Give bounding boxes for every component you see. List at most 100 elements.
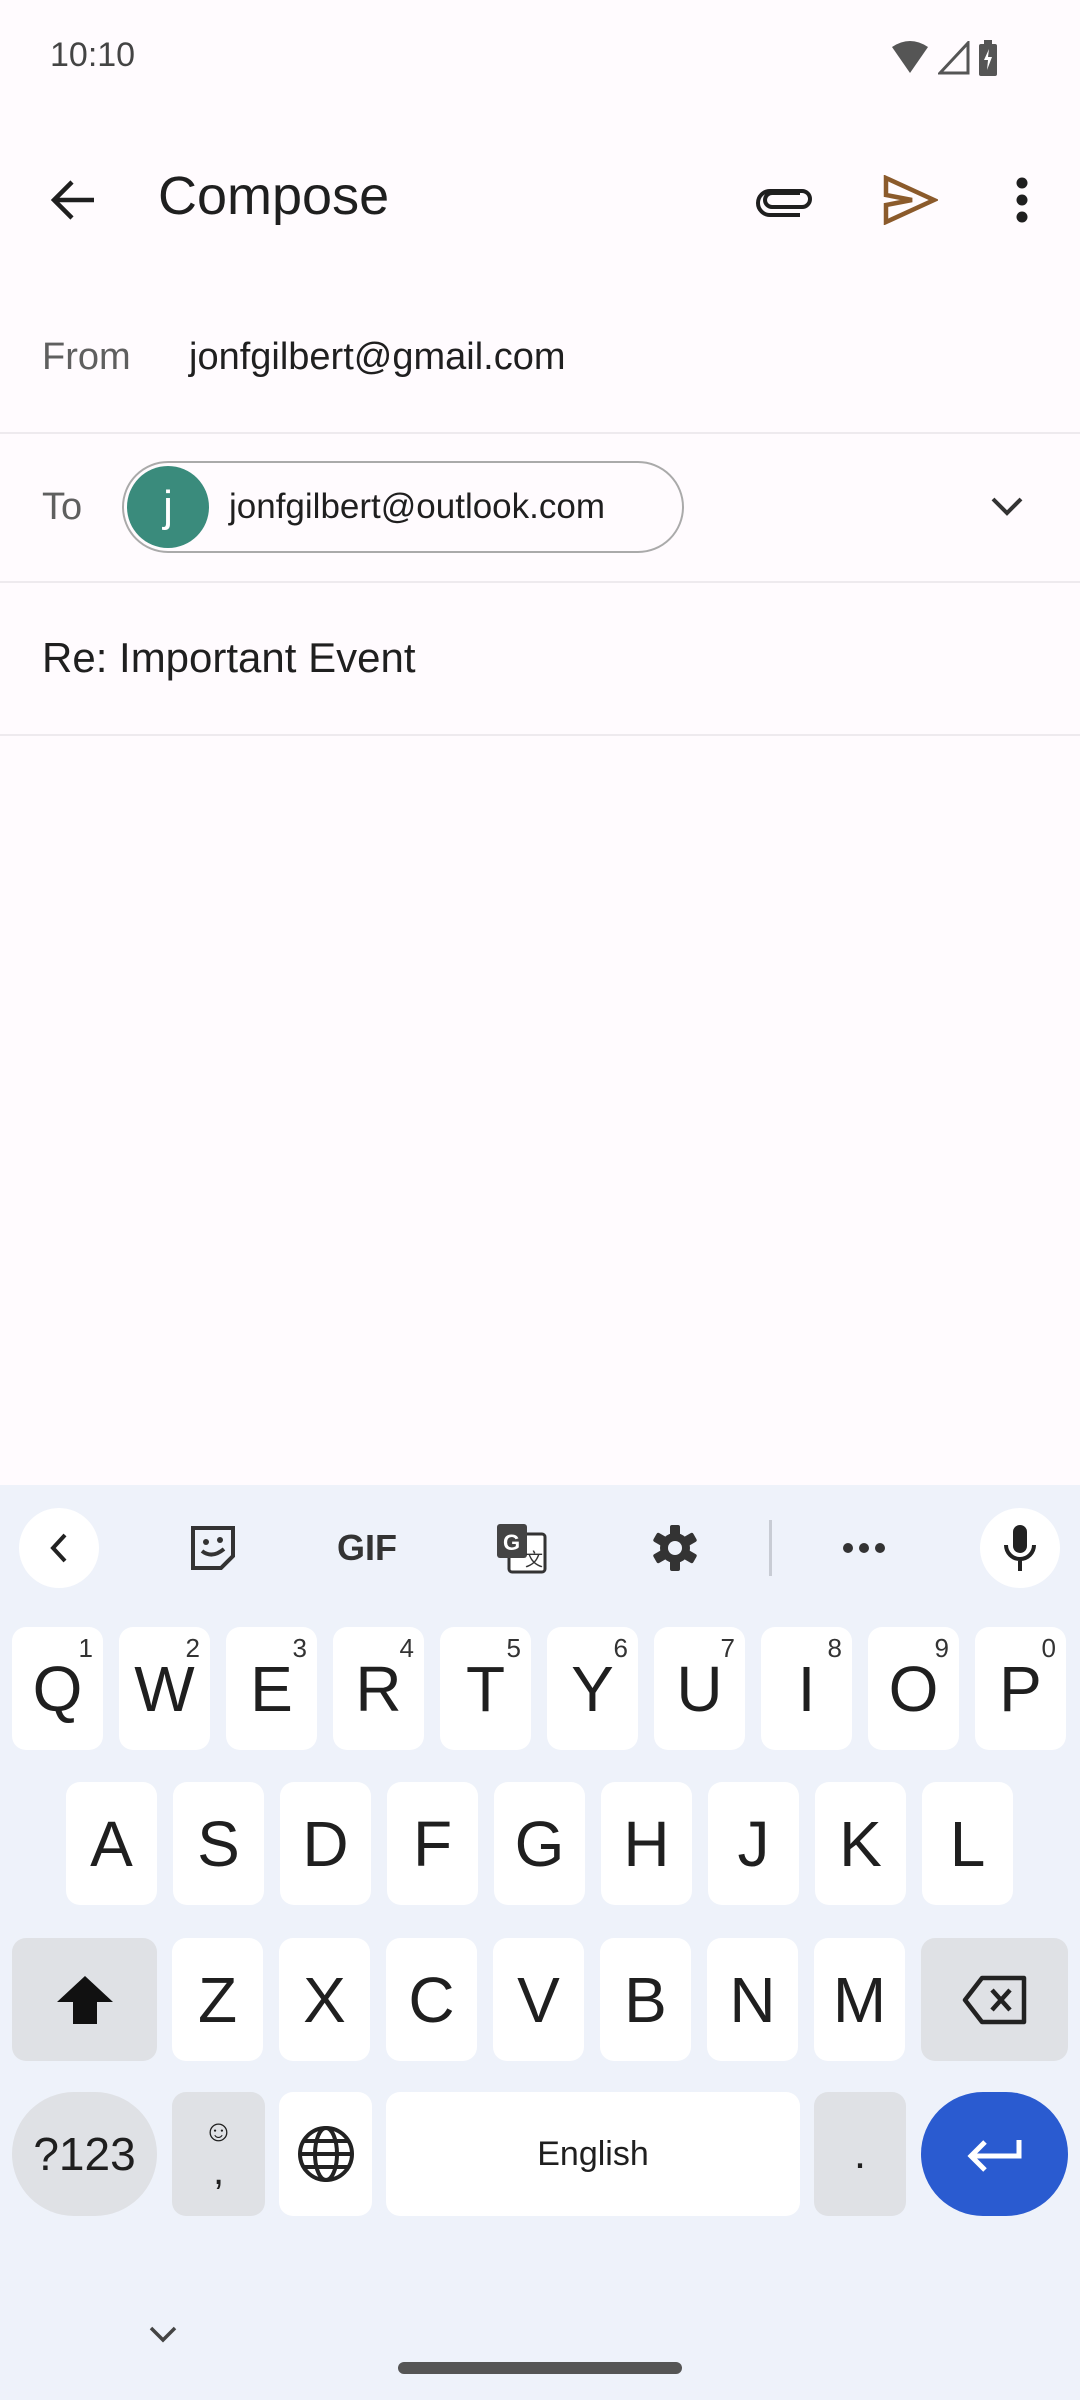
key-label: D (302, 1807, 349, 1880)
key-label: J (737, 1807, 770, 1880)
key-i[interactable]: I8 (761, 1627, 852, 1750)
key-label: S (197, 1807, 240, 1880)
key-label: Q (32, 1652, 83, 1725)
chevron-down-icon (149, 2326, 177, 2343)
key-n[interactable]: N (707, 1938, 798, 2061)
more-horiz-icon (843, 1543, 885, 1553)
key-label: V (517, 1963, 560, 2036)
more-options-button[interactable] (982, 160, 1062, 240)
key-z[interactable]: Z (172, 1938, 263, 2061)
key-v[interactable]: V (493, 1938, 584, 2061)
key-number-hint: 0 (1041, 1633, 1056, 1663)
shift-icon (56, 1975, 113, 2024)
send-button[interactable] (870, 160, 950, 240)
key-l[interactable]: L (922, 1782, 1013, 1905)
keyboard-collapse-toolbar-button[interactable] (19, 1508, 99, 1588)
key-label: Y (571, 1652, 614, 1725)
key-g[interactable]: G (494, 1782, 585, 1905)
globe-icon (297, 2126, 354, 2182)
key-s[interactable]: S (173, 1782, 264, 1905)
mic-icon (1004, 1525, 1036, 1571)
expand-recipients-button[interactable] (967, 467, 1047, 547)
key-label: E (250, 1652, 293, 1725)
space-key[interactable]: English (386, 2092, 800, 2216)
key-label: L (949, 1807, 986, 1880)
home-indicator[interactable] (398, 2362, 682, 2374)
key-label: O (888, 1652, 939, 1725)
key-o[interactable]: O9 (868, 1627, 959, 1750)
key-y[interactable]: Y6 (547, 1627, 638, 1750)
key-x[interactable]: X (279, 1938, 370, 2061)
key-label: R (355, 1652, 402, 1725)
backspace-key[interactable] (921, 1938, 1068, 2061)
key-m[interactable]: M (814, 1938, 905, 2061)
hide-keyboard-button[interactable] (143, 2322, 183, 2353)
symbols-key[interactable]: ?123 (12, 2092, 157, 2216)
key-p[interactable]: P0 (975, 1627, 1066, 1750)
status-icons (890, 40, 998, 76)
key-label: N (729, 1963, 776, 2036)
key-h[interactable]: H (601, 1782, 692, 1905)
shift-key[interactable] (12, 1938, 157, 2061)
send-icon (883, 175, 938, 225)
battery-charging-icon (979, 40, 997, 76)
key-d[interactable]: D (280, 1782, 371, 1905)
page-title: Compose (158, 166, 390, 226)
key-label: U (676, 1652, 723, 1725)
divider (0, 581, 1080, 583)
key-number-hint: 8 (827, 1633, 842, 1663)
key-u[interactable]: U7 (654, 1627, 745, 1750)
status-time: 10:10 (50, 36, 136, 74)
attach-button[interactable] (744, 160, 824, 240)
subject-field[interactable]: Re: Important Event (42, 634, 416, 682)
recipient-email: jonfgilbert@outlook.com (229, 487, 605, 526)
period-key[interactable]: . (814, 2092, 906, 2216)
svg-text:G: G (503, 1530, 520, 1555)
emoji-comma-key[interactable]: ☺, (172, 2092, 265, 2216)
key-number-hint: 5 (506, 1633, 521, 1663)
sticker-button[interactable] (173, 1508, 253, 1588)
to-label: To (42, 486, 83, 528)
svg-text:文: 文 (525, 1550, 543, 1570)
chevron-left-icon (50, 1533, 67, 1563)
key-c[interactable]: C (386, 1938, 477, 2061)
back-button[interactable] (33, 160, 113, 240)
key-label: C (408, 1963, 455, 2036)
key-number-hint: 1 (78, 1633, 93, 1663)
voice-input-button[interactable] (980, 1508, 1060, 1588)
key-label: P (999, 1652, 1042, 1725)
gear-icon (653, 1525, 697, 1571)
key-e[interactable]: E3 (226, 1627, 317, 1750)
key-j[interactable]: J (708, 1782, 799, 1905)
more-button[interactable] (824, 1508, 904, 1588)
settings-button[interactable] (635, 1508, 715, 1588)
enter-key[interactable] (921, 2092, 1068, 2216)
recipient-chip[interactable]: j jonfgilbert@outlook.com (122, 461, 684, 553)
language-key[interactable] (279, 2092, 372, 2216)
key-q[interactable]: Q1 (12, 1627, 103, 1750)
key-label: I (797, 1652, 816, 1725)
key-w[interactable]: W2 (119, 1627, 210, 1750)
key-number-hint: 6 (613, 1633, 628, 1663)
translate-button[interactable]: G文 (481, 1508, 561, 1588)
avatar: j (127, 466, 209, 548)
comma-label: , (212, 2148, 225, 2193)
key-b[interactable]: B (600, 1938, 691, 2061)
wifi-icon (892, 41, 928, 73)
emoji-icon: ☺ (203, 2114, 234, 2148)
key-number-hint: 4 (399, 1633, 414, 1663)
gif-button[interactable]: GIF (317, 1508, 417, 1588)
chevron-down-icon (991, 497, 1023, 516)
key-number-hint: 7 (720, 1633, 735, 1663)
key-label: G (514, 1807, 565, 1880)
key-t[interactable]: T5 (440, 1627, 531, 1750)
key-f[interactable]: F (387, 1782, 478, 1905)
from-field[interactable]: jonfgilbert@gmail.com (189, 336, 566, 379)
body-field[interactable] (0, 740, 1080, 1485)
signal-icon (938, 41, 970, 75)
key-k[interactable]: K (815, 1782, 906, 1905)
key-a[interactable]: A (66, 1782, 157, 1905)
key-label: T (465, 1652, 506, 1725)
toolbar-divider (769, 1520, 772, 1576)
key-r[interactable]: R4 (333, 1627, 424, 1750)
